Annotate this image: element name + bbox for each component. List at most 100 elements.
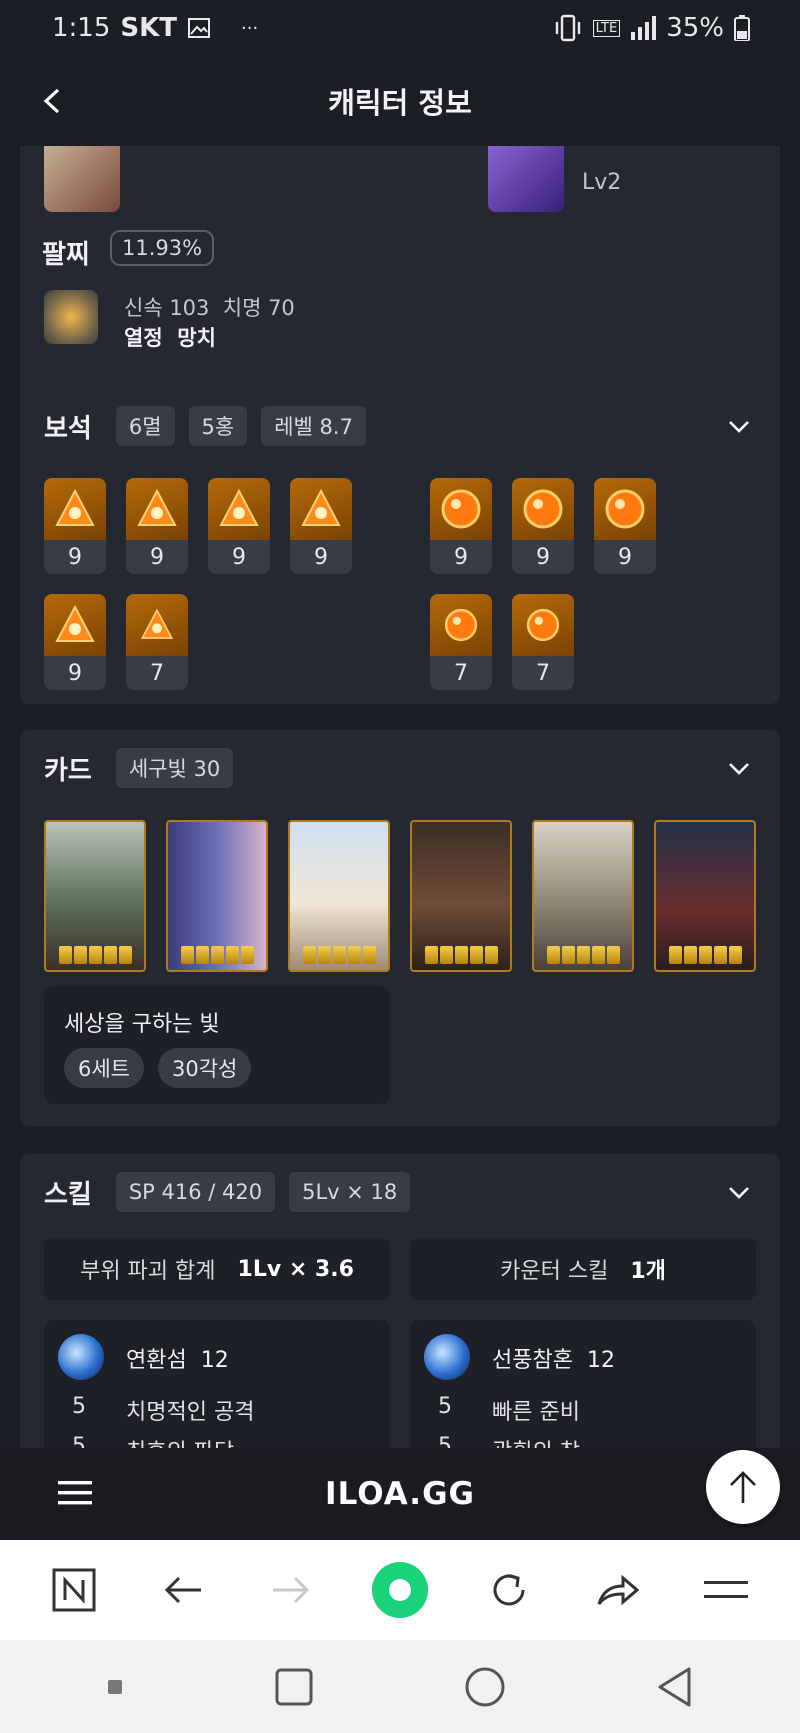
awakening-gems xyxy=(290,946,388,964)
awakening-gems xyxy=(534,946,632,964)
site-logo[interactable]: ILOA.GG xyxy=(325,1476,475,1512)
skill-name: 선풍참혼 12 xyxy=(492,1348,615,1373)
tripod-row: 5 치명적인 공격 xyxy=(72,1394,255,1425)
skills-title: 스킬 xyxy=(44,1179,92,1210)
battery-percent: 35% xyxy=(666,13,724,43)
gem-level: 9 xyxy=(536,544,550,570)
site-bottom-bar: ILOA.GG xyxy=(0,1448,800,1540)
flame-gem-icon xyxy=(290,478,352,540)
back-arrow-icon[interactable] xyxy=(36,84,70,118)
legend-card[interactable] xyxy=(44,820,146,972)
skill-icon xyxy=(58,1334,104,1380)
gem-level: 9 xyxy=(314,544,328,570)
status-more: ··· xyxy=(241,17,259,39)
gem-slot[interactable]: 9 xyxy=(208,478,270,574)
legend-card[interactable] xyxy=(410,820,512,972)
accessory-thumb-left[interactable] xyxy=(44,146,120,212)
gem-slot[interactable]: 7 xyxy=(126,594,188,690)
content-scroll[interactable]: Lv2 팔찌 11.93% 신속 103 치명 70 열정 망치 보석 6멸 5… xyxy=(0,146,800,1448)
nav-back-icon[interactable] xyxy=(655,1666,695,1708)
status-carrier: SKT xyxy=(120,13,177,43)
gem-slot[interactable]: 9 xyxy=(44,478,106,574)
arrow-left-icon xyxy=(164,1576,201,1604)
card-set-chip: 30각성 xyxy=(158,1048,252,1088)
legend-card[interactable] xyxy=(532,820,634,972)
gem-slot[interactable]: 9 xyxy=(290,478,352,574)
system-nav-bar xyxy=(0,1640,800,1733)
reload-icon xyxy=(493,1574,525,1606)
naver-home-button[interactable] xyxy=(44,1560,104,1620)
arrow-up-icon xyxy=(730,1471,756,1503)
skill-card[interactable]: 선풍참혼 12 5빠른 준비 5광휘의 창 xyxy=(410,1320,756,1448)
share-button[interactable] xyxy=(587,1560,647,1620)
hamburger-menu-icon[interactable] xyxy=(58,1480,92,1506)
legend-card[interactable] xyxy=(166,820,268,972)
gem-level: 9 xyxy=(618,544,632,570)
skills-section: 스킬 SP 416 / 420 5Lv × 18 부위 파괴 합계 1Lv × … xyxy=(20,1154,780,1448)
accessory-thumb-right[interactable] xyxy=(488,146,564,212)
arrow-right-icon xyxy=(273,1576,310,1604)
green-dot-button[interactable] xyxy=(370,1560,430,1620)
bracelet-percent: 11.93% xyxy=(110,230,215,266)
skill-name: 연환섬 12 xyxy=(126,1348,229,1373)
naver-n-icon xyxy=(52,1568,96,1612)
gem-slot[interactable]: 7 xyxy=(512,594,574,690)
browser-back-button[interactable] xyxy=(153,1560,213,1620)
chevron-down-icon[interactable] xyxy=(728,762,750,776)
green-circle-icon xyxy=(371,1562,428,1618)
gems-title: 보석 xyxy=(44,413,92,444)
gem-slot[interactable]: 7 xyxy=(430,594,492,690)
break-summary: 부위 파괴 합계 1Lv × 3.6 xyxy=(44,1238,390,1300)
recent-apps-icon[interactable] xyxy=(274,1667,314,1707)
awakening-gems xyxy=(46,946,144,964)
gem-slot[interactable]: 9 xyxy=(44,594,106,690)
reload-button[interactable] xyxy=(479,1560,539,1620)
flame-gem-icon xyxy=(44,594,106,656)
flame-gem-icon xyxy=(208,478,270,540)
bracelet-stats: 신속 103 치명 70 xyxy=(124,296,295,320)
chevron-down-icon[interactable] xyxy=(728,1186,750,1200)
legend-card[interactable] xyxy=(288,820,390,972)
page-title: 캐릭터 정보 xyxy=(328,86,472,120)
counter-summary: 카운터 스킬 1개 xyxy=(410,1238,756,1300)
skill-card[interactable]: 연환섬 12 5치명적인 공격 5최후의 파닥 xyxy=(44,1320,390,1448)
gem-level: 9 xyxy=(68,544,82,570)
orb-gem-icon xyxy=(594,478,656,540)
signal-icon xyxy=(631,16,657,40)
skills-tag: SP 416 / 420 xyxy=(115,1172,276,1212)
break-value: 1Lv × 3.6 xyxy=(237,1256,354,1282)
tripod-row: 5광휘의 창 xyxy=(438,1434,580,1448)
orb-gem-icon xyxy=(430,594,492,656)
awakening-gems xyxy=(412,946,510,964)
gems-section: 보석 6멸 5홍 레벨 8.7 9 9 9 9 9 9 9 9 7 7 7 xyxy=(20,388,780,704)
small-square-icon xyxy=(107,1679,122,1694)
chevron-down-icon[interactable] xyxy=(728,420,750,434)
awakening-gems xyxy=(168,946,266,964)
home-icon[interactable] xyxy=(464,1666,506,1708)
gem-level: 7 xyxy=(150,660,164,686)
bracelet-icon[interactable] xyxy=(44,290,98,344)
gem-level: 7 xyxy=(454,660,468,686)
flame-gem-icon xyxy=(126,478,188,540)
gem-slot[interactable]: 9 xyxy=(512,478,574,574)
gem-slot[interactable]: 9 xyxy=(594,478,656,574)
gallery-icon xyxy=(188,18,210,38)
card-set-box: 세상을 구하는 빛 6세트 30각성 xyxy=(44,986,390,1104)
break-label: 부위 파괴 합계 xyxy=(80,1259,216,1284)
awakening-gems xyxy=(656,946,754,964)
gem-level: 9 xyxy=(454,544,468,570)
gems-tag: 5홍 xyxy=(188,406,248,446)
browser-forward-button[interactable] xyxy=(261,1560,321,1620)
browser-menu-button[interactable] xyxy=(696,1560,756,1620)
legend-card[interactable] xyxy=(654,820,756,972)
gem-slot[interactable]: 9 xyxy=(430,478,492,574)
card-set-name: 세상을 구하는 빛 xyxy=(64,1012,220,1037)
browser-toolbar xyxy=(0,1540,800,1640)
scroll-to-top-button[interactable] xyxy=(706,1450,780,1524)
gem-slot[interactable]: 9 xyxy=(126,478,188,574)
status-bar: 1:15 SKT ··· LTE 35% xyxy=(0,0,800,56)
tripod-row: 5 빠른 준비 xyxy=(438,1394,580,1425)
page-header: 캐릭터 정보 xyxy=(0,56,800,146)
gem-level: 9 xyxy=(150,544,164,570)
vibrate-icon xyxy=(555,14,580,42)
